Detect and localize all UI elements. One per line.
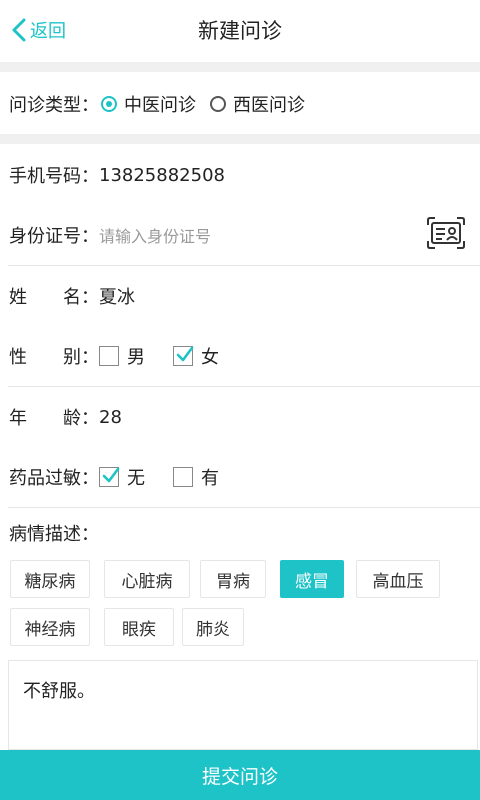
tag-stomach[interactable]: 胃病 (200, 560, 266, 598)
condition-row: 病情描述： (0, 508, 480, 558)
gender-label: 性 别： (9, 347, 99, 368)
gender-female-option[interactable]: 女 (173, 343, 219, 369)
consult-type-row: 问诊类型： 中医问诊 西医问诊 (0, 74, 480, 134)
radio-tcm[interactable]: 中医问诊 (101, 91, 196, 117)
radio-unselected-icon (210, 96, 226, 112)
checkbox-unchecked-icon (173, 467, 193, 487)
gender-row: 性 别： 男 女 (0, 326, 480, 386)
allergy-row: 药品过敏： 无 有 (0, 447, 480, 507)
age-value[interactable]: 28 (99, 407, 122, 428)
section-gap (0, 62, 480, 72)
section-gap (0, 134, 480, 144)
radio-western[interactable]: 西医问诊 (210, 91, 305, 117)
submit-button[interactable]: 提交问诊 (0, 750, 480, 800)
radio-selected-icon (101, 96, 117, 112)
radio-tcm-label: 中医问诊 (124, 95, 196, 116)
allergy-none-label: 无 (127, 468, 145, 489)
name-value[interactable]: 夏冰 (99, 283, 135, 309)
id-row: 身份证号： 请输入身份证号 (0, 205, 480, 265)
checkbox-unchecked-icon (99, 346, 119, 366)
tag-eye-disease[interactable]: 眼疾 (104, 608, 174, 646)
age-label: 年 龄： (9, 408, 99, 429)
header: 返回 新建问诊 (0, 0, 480, 60)
gender-female-label: 女 (201, 347, 219, 368)
id-label: 身份证号： (9, 226, 99, 247)
radio-western-label: 西医问诊 (233, 95, 305, 116)
name-label: 姓 名： (9, 287, 99, 308)
tag-heart-disease[interactable]: 心脏病 (104, 560, 190, 598)
description-text: 不舒服。 (23, 681, 95, 702)
allergy-yes-label: 有 (201, 468, 219, 489)
age-row: 年 龄： 28 (0, 387, 480, 447)
page-title: 新建问诊 (198, 19, 282, 43)
gender-male-option[interactable]: 男 (99, 343, 145, 369)
tag-hypertension[interactable]: 高血压 (356, 560, 440, 598)
checkbox-checked-icon (173, 346, 194, 366)
phone-value[interactable]: 13825882508 (99, 165, 225, 186)
condition-label: 病情描述： (9, 524, 99, 545)
tag-pneumonia[interactable]: 肺炎 (182, 608, 244, 646)
allergy-label: 药品过敏： (9, 468, 99, 489)
phone-row: 手机号码： 13825882508 (0, 145, 480, 205)
phone-label: 手机号码： (9, 166, 99, 187)
id-input[interactable]: 请输入身份证号 (99, 223, 211, 247)
allergy-none-option[interactable]: 无 (99, 464, 145, 490)
name-row: 姓 名： 夏冰 (0, 266, 480, 326)
gender-male-label: 男 (127, 347, 145, 368)
tag-cold[interactable]: 感冒 (280, 560, 344, 598)
consult-type-label: 问诊类型： (9, 95, 99, 116)
tag-neuropathy[interactable]: 神经病 (10, 608, 90, 646)
description-textarea[interactable]: 不舒服。 (8, 660, 478, 750)
tag-diabetes[interactable]: 糖尿病 (10, 560, 90, 598)
allergy-yes-option[interactable]: 有 (173, 464, 219, 490)
id-card-scan-icon[interactable] (426, 216, 466, 250)
checkbox-checked-icon (99, 467, 120, 487)
